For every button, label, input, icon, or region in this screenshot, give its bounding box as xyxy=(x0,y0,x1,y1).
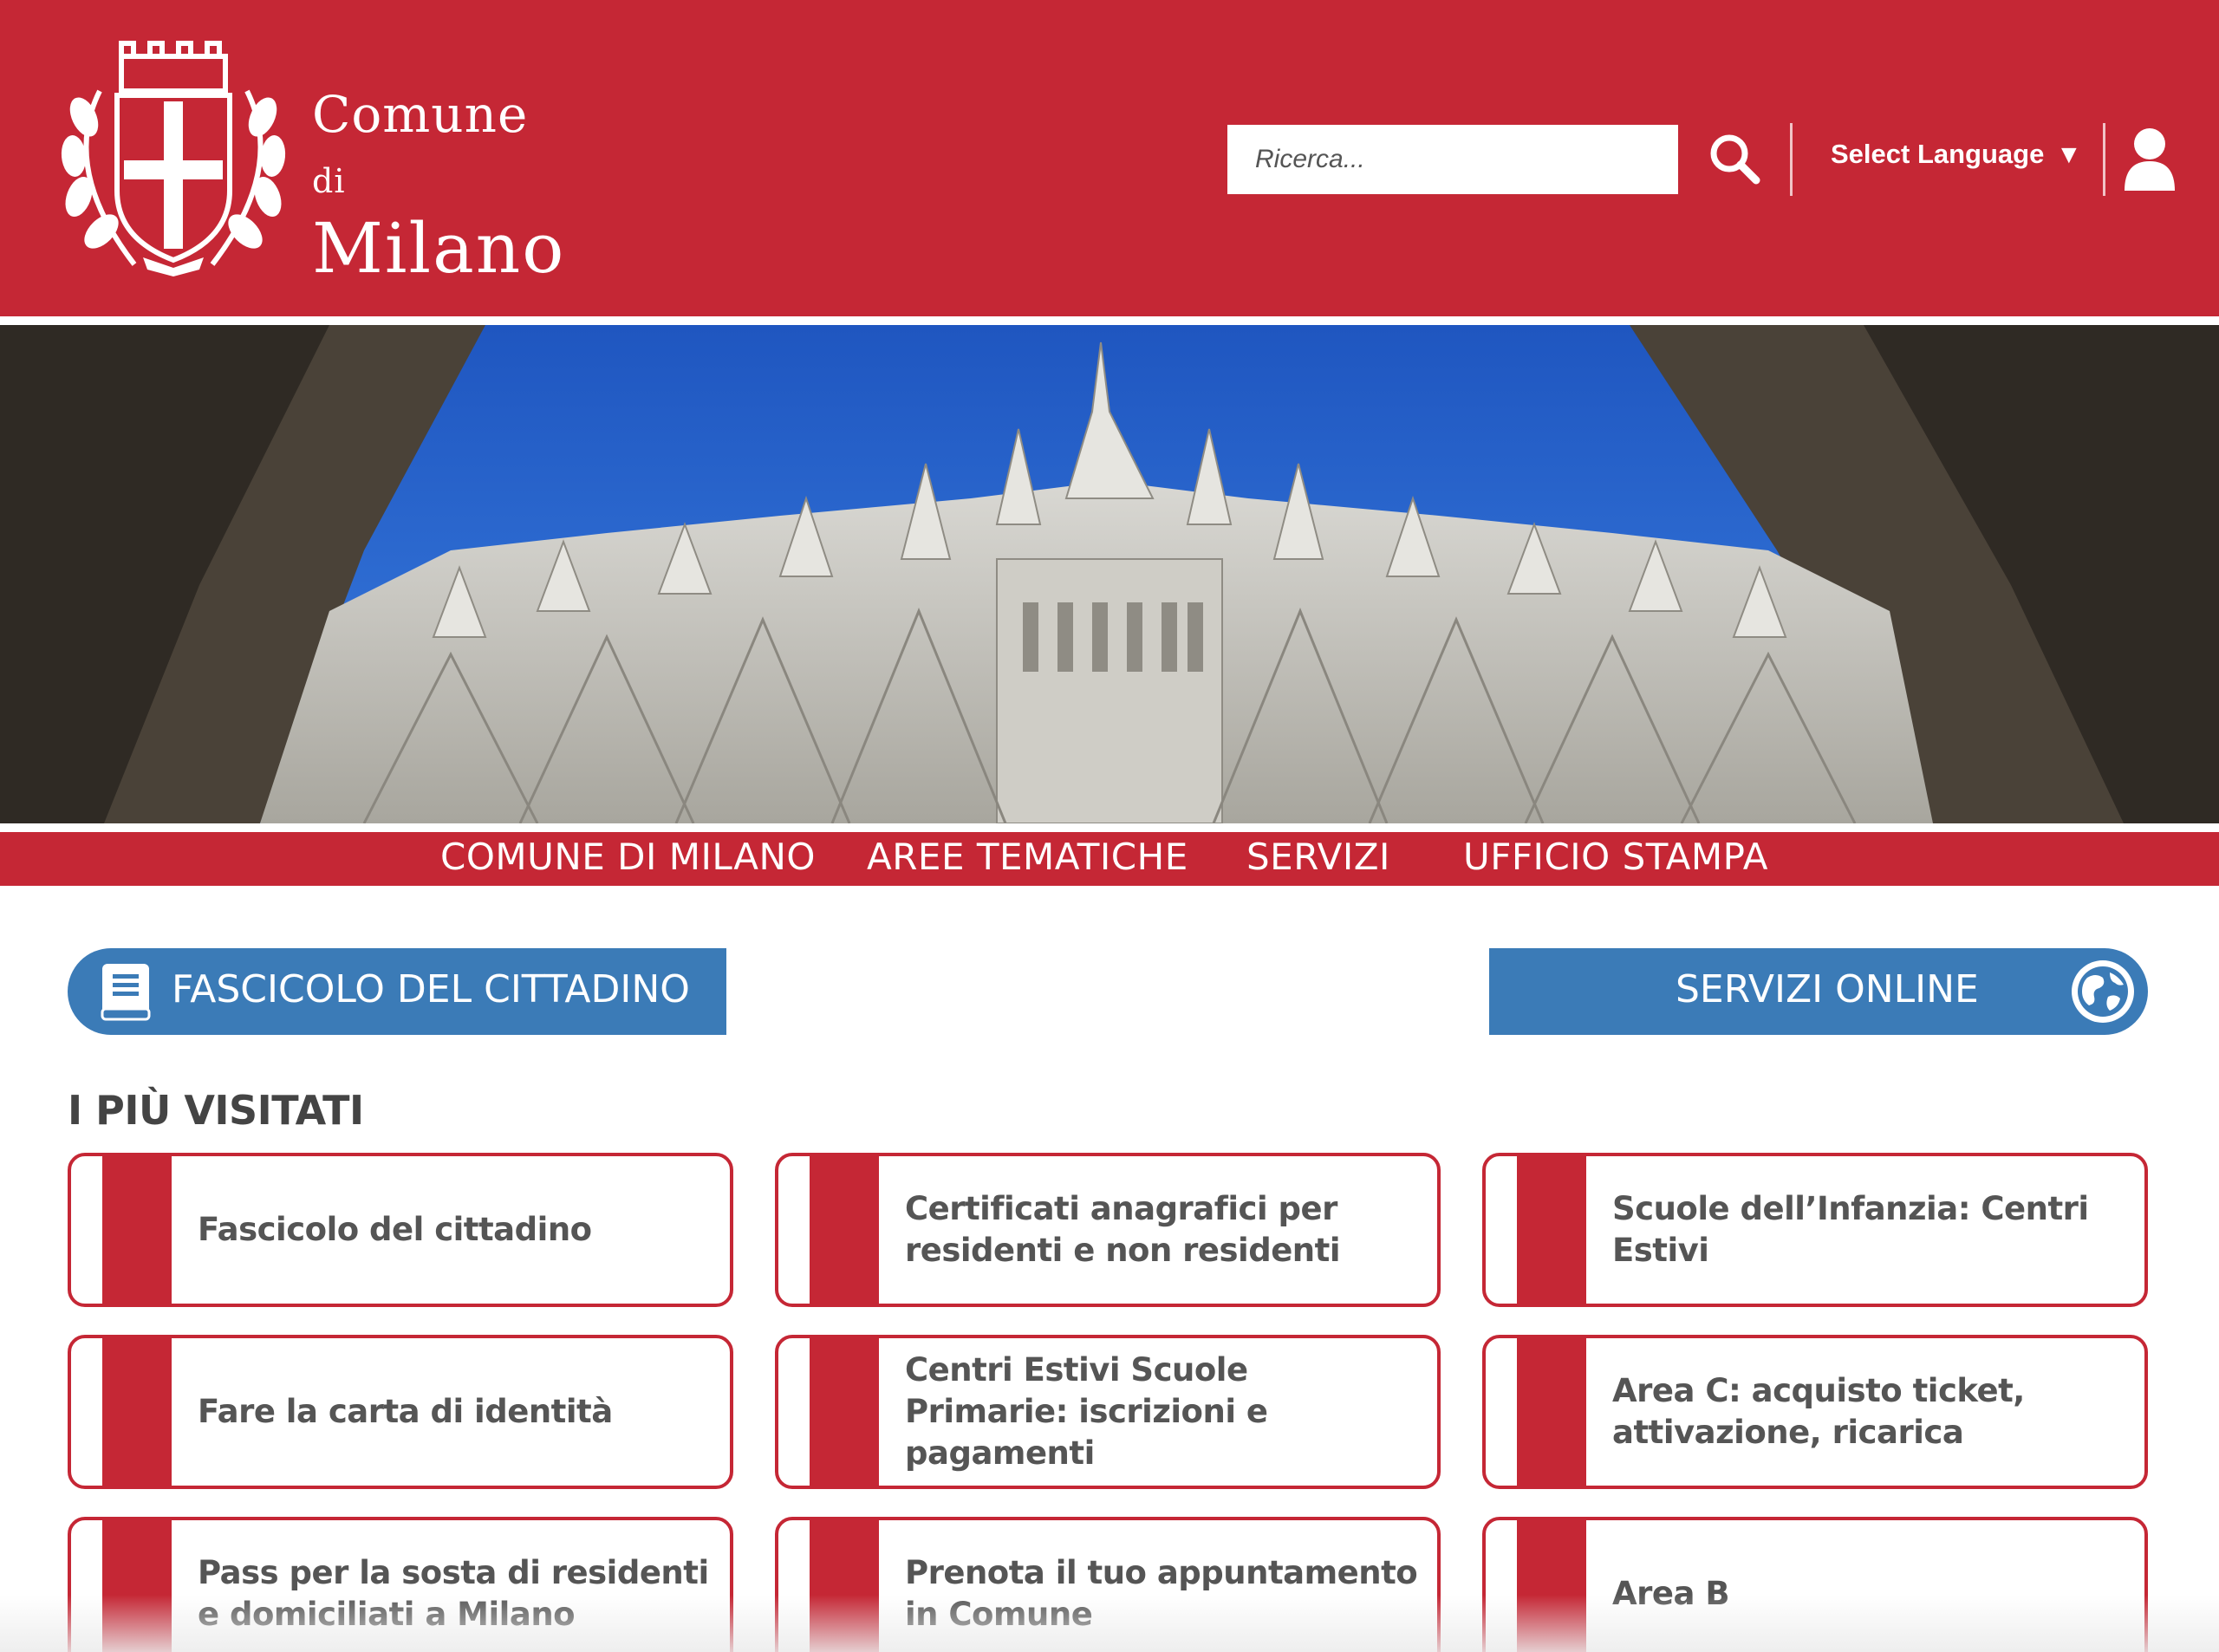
most-visited-card[interactable]: Area B xyxy=(1482,1517,2148,1652)
card-stripe xyxy=(102,1338,172,1486)
user-icon xyxy=(2125,128,2175,191)
card-label: Area B xyxy=(1612,1575,1730,1612)
logo-milano: Milano xyxy=(312,208,566,289)
user-login-button[interactable] xyxy=(2121,127,2178,192)
most-visited-card[interactable]: Fascicolo del cittadino xyxy=(68,1153,733,1307)
section-title-most-visited: I PIÙ VISITATI xyxy=(68,1087,364,1134)
globe-icon xyxy=(2072,960,2134,1023)
logo-di: di xyxy=(312,162,346,200)
main-navigation: COMUNE DI MILANO AREE TEMATICHE SERVIZI … xyxy=(0,832,2219,886)
card-label: Scuole dell’Infanzia: Centri Estivi xyxy=(1612,1190,2089,1269)
site-header: Comune di Milano Select Language ▼ xyxy=(0,0,2219,316)
nav-ufficio-stampa[interactable]: UFFICIO STAMPA xyxy=(1463,836,1768,878)
comune-di-milano-logo[interactable]: Comune di Milano xyxy=(48,30,568,286)
nav-servizi[interactable]: SERVIZI xyxy=(1246,836,1390,878)
nav-comune-di-milano[interactable]: COMUNE DI MILANO xyxy=(440,836,816,878)
logo-wordmark: Comune di Milano xyxy=(312,84,568,286)
most-visited-card[interactable]: Scuole dell’Infanzia: Centri Estivi xyxy=(1482,1153,2148,1307)
most-visited-card[interactable]: Certificati anagrafici per residenti e n… xyxy=(775,1153,1441,1307)
search-icon xyxy=(1710,134,1760,185)
search-input[interactable] xyxy=(1227,125,1678,194)
fascicolo-del-cittadino-button[interactable]: FASCICOLO DEL CITTADINO xyxy=(68,948,726,1035)
search-button[interactable] xyxy=(1706,130,1763,187)
card-stripe xyxy=(810,1520,879,1652)
logo-comune: Comune xyxy=(312,85,529,144)
card-stripe xyxy=(102,1156,172,1304)
hero-image-duomo xyxy=(0,325,2219,823)
coat-of-arms-icon xyxy=(61,41,286,276)
fascicolo-label: FASCICOLO DEL CITTADINO xyxy=(172,967,690,1011)
card-label: Centri Estivi Scuole Primarie: iscrizion… xyxy=(905,1351,1268,1472)
card-stripe xyxy=(810,1156,879,1304)
card-stripe xyxy=(1517,1156,1586,1304)
card-stripe xyxy=(1517,1520,1586,1652)
duomo-illustration xyxy=(0,325,2219,823)
most-visited-card[interactable]: Fare la carta di identità xyxy=(68,1335,733,1489)
header-divider xyxy=(2103,123,2105,196)
card-label: Pass per la sosta di residenti e domicil… xyxy=(198,1554,709,1633)
card-label: Area C: acquisto ticket, attivazione, ri… xyxy=(1612,1372,2025,1451)
servizi-online-button[interactable]: SERVIZI ONLINE xyxy=(1489,948,2148,1035)
language-selector[interactable]: Select Language xyxy=(1831,139,2044,170)
most-visited-card[interactable]: Centri Estivi Scuole Primarie: iscrizion… xyxy=(775,1335,1441,1489)
book-icon xyxy=(101,964,151,1021)
chevron-down-icon[interactable]: ▼ xyxy=(2056,140,2082,170)
servizi-online-label: SERVIZI ONLINE xyxy=(1676,967,1979,1011)
header-divider xyxy=(1790,123,1793,196)
card-stripe xyxy=(102,1520,172,1652)
most-visited-card[interactable]: Pass per la sosta di residenti e domicil… xyxy=(68,1517,733,1652)
card-label: Fare la carta di identità xyxy=(198,1393,613,1430)
most-visited-card[interactable]: Area C: acquisto ticket, attivazione, ri… xyxy=(1482,1335,2148,1489)
card-label: Fascicolo del cittadino xyxy=(198,1211,592,1248)
nav-aree-tematiche[interactable]: AREE TEMATICHE xyxy=(867,836,1188,878)
most-visited-card[interactable]: Prenota il tuo appuntamento in Comune xyxy=(775,1517,1441,1652)
card-stripe xyxy=(1517,1338,1586,1486)
card-stripe xyxy=(810,1338,879,1486)
card-label: Prenota il tuo appuntamento in Comune xyxy=(905,1554,1418,1633)
card-label: Certificati anagrafici per residenti e n… xyxy=(905,1190,1341,1269)
search-box xyxy=(1227,125,1678,194)
